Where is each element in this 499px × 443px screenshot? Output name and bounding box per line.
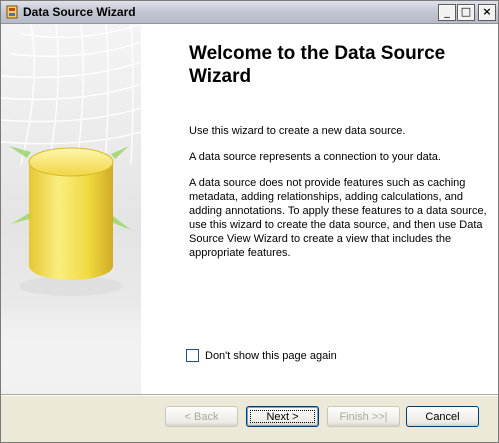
wizard-window: Data Source Wizard _ □ × Welcome to the …	[0, 0, 499, 443]
title-bar[interactable]: Data Source Wizard _ □ ×	[1, 1, 498, 24]
side-banner	[1, 24, 141, 394]
wizard-content: Welcome to the Data Source Wizard Use th…	[1, 24, 498, 394]
focus-rectangle	[250, 410, 315, 423]
dont-show-again-label: Don't show this page again	[205, 349, 337, 362]
page-heading: Welcome to the Data Source Wizard	[189, 43, 446, 87]
cancel-button[interactable]: Cancel	[406, 406, 479, 427]
back-button[interactable]: < Back	[165, 406, 238, 427]
features-paragraph: A data source does not provide features …	[189, 177, 487, 259]
maximize-button[interactable]: □	[457, 4, 475, 21]
footer-divider	[1, 394, 498, 396]
yellow-database-cylinder-icon	[1, 24, 141, 394]
dont-show-again-checkbox-row[interactable]: Don't show this page again	[186, 349, 337, 362]
intro-paragraph: Use this wizard to create a new data sou…	[189, 125, 406, 137]
wizard-app-icon	[6, 5, 18, 19]
window-title: Data Source Wizard	[23, 5, 136, 19]
minimize-button[interactable]: _	[438, 4, 456, 21]
dont-show-again-checkbox[interactable]	[186, 349, 199, 362]
finish-button[interactable]: Finish >>|	[327, 406, 400, 427]
next-button[interactable]: Next >	[246, 406, 319, 427]
definition-paragraph: A data source represents a connection to…	[189, 151, 441, 163]
close-button[interactable]: ×	[478, 4, 496, 21]
